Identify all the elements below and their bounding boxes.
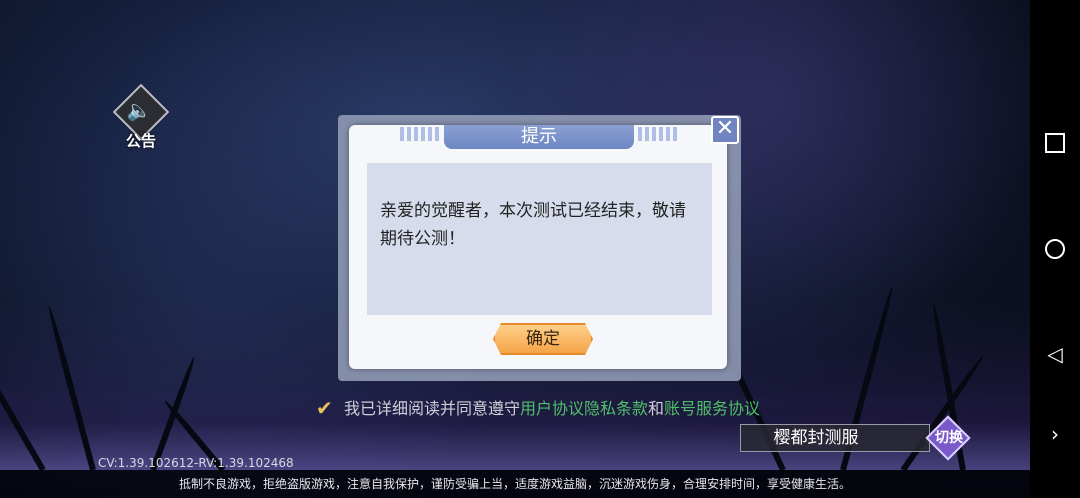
speaker-icon: 🔈: [126, 98, 152, 122]
agreement-and: 和: [648, 399, 665, 418]
recents-icon[interactable]: [1043, 131, 1067, 155]
dialog: 提示 亲爱的觉醒者，本次测试已经结束，敬请期待公测！ 确定: [349, 125, 727, 369]
home-icon[interactable]: [1043, 237, 1067, 261]
health-notice: 抵制不良游戏，拒绝盗版游戏，注意自我保护，谨防受骗上当，适度游戏益脑，沉迷游戏伤…: [178, 477, 851, 491]
system-nav-bar: ◁ ›: [1030, 0, 1080, 498]
switch-label: 切换: [935, 430, 963, 446]
announcement-label: 公告: [125, 132, 156, 150]
user-agreement-link[interactable]: 用户协议隐私条款: [520, 399, 648, 418]
announcement-button[interactable]: 🔈 公告: [112, 83, 170, 152]
switch-server-button[interactable]: 切换: [922, 415, 976, 461]
title-decoration: [400, 127, 440, 141]
agreement-text: 我已详细阅读并同意遵守用户协议隐私条款和账号服务协议: [344, 398, 760, 420]
server-selector[interactable]: 樱都封测服: [740, 424, 930, 452]
dialog-content: 亲爱的觉醒者，本次测试已经结束，敬请期待公测！: [367, 163, 712, 315]
confirm-button[interactable]: 确定: [493, 323, 593, 355]
agreement-prefix: 我已详细阅读并同意遵守: [344, 399, 521, 418]
dialog-message: 亲爱的觉醒者，本次测试已经结束，敬请期待公测！: [380, 201, 686, 249]
version-text: CV:1.39.102612-RV:1.39.102468: [98, 456, 294, 470]
back-icon[interactable]: ◁: [1043, 342, 1067, 366]
health-notice-bar: 抵制不良游戏，拒绝盗版游戏，注意自我保护，谨防受骗上当，适度游戏益脑，沉迷游戏伤…: [0, 470, 1030, 498]
close-icon[interactable]: ✕: [711, 116, 739, 144]
title-decoration: [638, 127, 678, 141]
service-agreement-link[interactable]: 账号服务协议: [664, 399, 760, 418]
server-name: 樱都封测服: [773, 428, 859, 448]
dialog-title-bar: 提示: [400, 125, 678, 149]
agreement-checkbox[interactable]: ✔: [316, 398, 336, 418]
confirm-label: 确定: [526, 329, 560, 349]
expand-icon[interactable]: ›: [1043, 422, 1067, 446]
dialog-title: 提示: [521, 126, 557, 147]
